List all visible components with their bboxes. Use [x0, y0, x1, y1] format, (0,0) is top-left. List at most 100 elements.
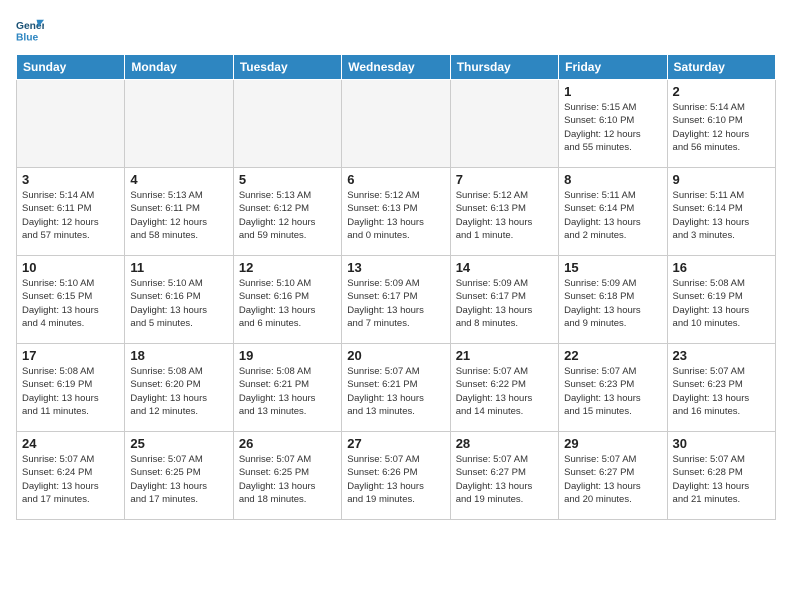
calendar-cell: 18 Sunrise: 5:08 AM Sunset: 6:20 PM Dayli… — [125, 344, 233, 432]
day-number: 18 — [130, 348, 227, 363]
calendar-cell: 26 Sunrise: 5:07 AM Sunset: 6:25 PM Dayli… — [233, 432, 341, 520]
calendar-cell: 28 Sunrise: 5:07 AM Sunset: 6:27 PM Dayli… — [450, 432, 558, 520]
calendar-cell: 24 Sunrise: 5:07 AM Sunset: 6:24 PM Dayli… — [17, 432, 125, 520]
calendar-cell: 17 Sunrise: 5:08 AM Sunset: 6:19 PM Dayli… — [17, 344, 125, 432]
calendar-cell — [125, 80, 233, 168]
calendar-cell — [17, 80, 125, 168]
cell-info: Sunrise: 5:14 AM Sunset: 6:10 PM Dayligh… — [673, 101, 770, 154]
cell-info: Sunrise: 5:07 AM Sunset: 6:24 PM Dayligh… — [22, 453, 119, 506]
calendar-cell: 7 Sunrise: 5:12 AM Sunset: 6:13 PM Daylig… — [450, 168, 558, 256]
day-number: 22 — [564, 348, 661, 363]
day-number: 7 — [456, 172, 553, 187]
calendar-cell: 19 Sunrise: 5:08 AM Sunset: 6:21 PM Dayli… — [233, 344, 341, 432]
day-number: 30 — [673, 436, 770, 451]
calendar-cell: 16Sunrise: 5:08 AM Sunset: 6:19 PM Dayli… — [667, 256, 775, 344]
calendar-cell: 20 Sunrise: 5:07 AM Sunset: 6:21 PM Dayli… — [342, 344, 450, 432]
cell-info: Sunrise: 5:07 AM Sunset: 6:26 PM Dayligh… — [347, 453, 444, 506]
logo: General Blue — [16, 16, 44, 44]
day-number: 24 — [22, 436, 119, 451]
calendar-cell: 8 Sunrise: 5:11 AM Sunset: 6:14 PM Daylig… — [559, 168, 667, 256]
cell-info: Sunrise: 5:10 AM Sunset: 6:16 PM Dayligh… — [130, 277, 227, 330]
weekday-header: Monday — [125, 55, 233, 80]
cell-info: Sunrise: 5:08 AM Sunset: 6:20 PM Dayligh… — [130, 365, 227, 418]
calendar-cell: 27Sunrise: 5:07 AM Sunset: 6:26 PM Dayli… — [342, 432, 450, 520]
calendar-cell: 5Sunrise: 5:13 AM Sunset: 6:12 PM Daylig… — [233, 168, 341, 256]
day-number: 21 — [456, 348, 553, 363]
day-number: 28 — [456, 436, 553, 451]
cell-info: Sunrise: 5:09 AM Sunset: 6:18 PM Dayligh… — [564, 277, 661, 330]
day-number: 11 — [130, 260, 227, 275]
calendar-week: 3 Sunrise: 5:14 AM Sunset: 6:11 PM Daylig… — [17, 168, 776, 256]
day-number: 1 — [564, 84, 661, 99]
cell-info: Sunrise: 5:07 AM Sunset: 6:27 PM Dayligh… — [456, 453, 553, 506]
day-number: 4 — [130, 172, 227, 187]
day-number: 17 — [22, 348, 119, 363]
day-number: 16 — [673, 260, 770, 275]
calendar-cell: 3 Sunrise: 5:14 AM Sunset: 6:11 PM Daylig… — [17, 168, 125, 256]
calendar-cell: 15 Sunrise: 5:09 AM Sunset: 6:18 PM Dayli… — [559, 256, 667, 344]
cell-info: Sunrise: 5:11 AM Sunset: 6:14 PM Dayligh… — [673, 189, 770, 242]
svg-text:Blue: Blue — [16, 32, 39, 43]
calendar-cell: 1 Sunrise: 5:15 AM Sunset: 6:10 PM Daylig… — [559, 80, 667, 168]
calendar-body: 1 Sunrise: 5:15 AM Sunset: 6:10 PM Daylig… — [17, 80, 776, 520]
cell-info: Sunrise: 5:07 AM Sunset: 6:21 PM Dayligh… — [347, 365, 444, 418]
day-number: 23 — [673, 348, 770, 363]
header: General Blue — [16, 16, 776, 44]
weekday-header: Thursday — [450, 55, 558, 80]
calendar-cell: 22Sunrise: 5:07 AM Sunset: 6:23 PM Dayli… — [559, 344, 667, 432]
day-number: 19 — [239, 348, 336, 363]
day-number: 20 — [347, 348, 444, 363]
calendar-week: 24 Sunrise: 5:07 AM Sunset: 6:24 PM Dayli… — [17, 432, 776, 520]
calendar-cell: 6Sunrise: 5:12 AM Sunset: 6:13 PM Daylig… — [342, 168, 450, 256]
day-number: 15 — [564, 260, 661, 275]
cell-info: Sunrise: 5:10 AM Sunset: 6:16 PM Dayligh… — [239, 277, 336, 330]
calendar-cell: 13 Sunrise: 5:09 AM Sunset: 6:17 PM Dayli… — [342, 256, 450, 344]
calendar-cell: 14 Sunrise: 5:09 AM Sunset: 6:17 PM Dayli… — [450, 256, 558, 344]
cell-info: Sunrise: 5:13 AM Sunset: 6:12 PM Dayligh… — [239, 189, 336, 242]
calendar-cell: 30 Sunrise: 5:07 AM Sunset: 6:28 PM Dayli… — [667, 432, 775, 520]
calendar-table: SundayMondayTuesdayWednesdayThursdayFrid… — [16, 54, 776, 520]
day-number: 13 — [347, 260, 444, 275]
cell-info: Sunrise: 5:13 AM Sunset: 6:11 PM Dayligh… — [130, 189, 227, 242]
cell-info: Sunrise: 5:08 AM Sunset: 6:19 PM Dayligh… — [22, 365, 119, 418]
cell-info: Sunrise: 5:07 AM Sunset: 6:23 PM Dayligh… — [673, 365, 770, 418]
day-number: 8 — [564, 172, 661, 187]
cell-info: Sunrise: 5:07 AM Sunset: 6:28 PM Dayligh… — [673, 453, 770, 506]
calendar-cell: 23 Sunrise: 5:07 AM Sunset: 6:23 PM Dayli… — [667, 344, 775, 432]
weekday-header: Friday — [559, 55, 667, 80]
cell-info: Sunrise: 5:09 AM Sunset: 6:17 PM Dayligh… — [456, 277, 553, 330]
cell-info: Sunrise: 5:09 AM Sunset: 6:17 PM Dayligh… — [347, 277, 444, 330]
calendar-cell: 11 Sunrise: 5:10 AM Sunset: 6:16 PM Dayli… — [125, 256, 233, 344]
cell-info: Sunrise: 5:15 AM Sunset: 6:10 PM Dayligh… — [564, 101, 661, 154]
calendar-week: 1 Sunrise: 5:15 AM Sunset: 6:10 PM Daylig… — [17, 80, 776, 168]
logo-icon: General Blue — [16, 16, 44, 44]
weekday-header: Saturday — [667, 55, 775, 80]
day-number: 10 — [22, 260, 119, 275]
weekday-header: Tuesday — [233, 55, 341, 80]
cell-info: Sunrise: 5:12 AM Sunset: 6:13 PM Dayligh… — [456, 189, 553, 242]
calendar-week: 10 Sunrise: 5:10 AM Sunset: 6:15 PM Dayli… — [17, 256, 776, 344]
day-number: 14 — [456, 260, 553, 275]
day-number: 2 — [673, 84, 770, 99]
calendar-header: SundayMondayTuesdayWednesdayThursdayFrid… — [17, 55, 776, 80]
cell-info: Sunrise: 5:14 AM Sunset: 6:11 PM Dayligh… — [22, 189, 119, 242]
cell-info: Sunrise: 5:07 AM Sunset: 6:25 PM Dayligh… — [130, 453, 227, 506]
day-number: 6 — [347, 172, 444, 187]
day-number: 29 — [564, 436, 661, 451]
day-number: 25 — [130, 436, 227, 451]
day-number: 26 — [239, 436, 336, 451]
cell-info: Sunrise: 5:11 AM Sunset: 6:14 PM Dayligh… — [564, 189, 661, 242]
weekday-header: Sunday — [17, 55, 125, 80]
cell-info: Sunrise: 5:07 AM Sunset: 6:25 PM Dayligh… — [239, 453, 336, 506]
cell-info: Sunrise: 5:10 AM Sunset: 6:15 PM Dayligh… — [22, 277, 119, 330]
calendar-cell: 2 Sunrise: 5:14 AM Sunset: 6:10 PM Daylig… — [667, 80, 775, 168]
weekday-header: Wednesday — [342, 55, 450, 80]
calendar-cell — [233, 80, 341, 168]
cell-info: Sunrise: 5:08 AM Sunset: 6:21 PM Dayligh… — [239, 365, 336, 418]
day-number: 3 — [22, 172, 119, 187]
day-number: 12 — [239, 260, 336, 275]
cell-info: Sunrise: 5:07 AM Sunset: 6:22 PM Dayligh… — [456, 365, 553, 418]
calendar-cell — [342, 80, 450, 168]
calendar-cell: 25 Sunrise: 5:07 AM Sunset: 6:25 PM Dayli… — [125, 432, 233, 520]
calendar-week: 17 Sunrise: 5:08 AM Sunset: 6:19 PM Dayli… — [17, 344, 776, 432]
